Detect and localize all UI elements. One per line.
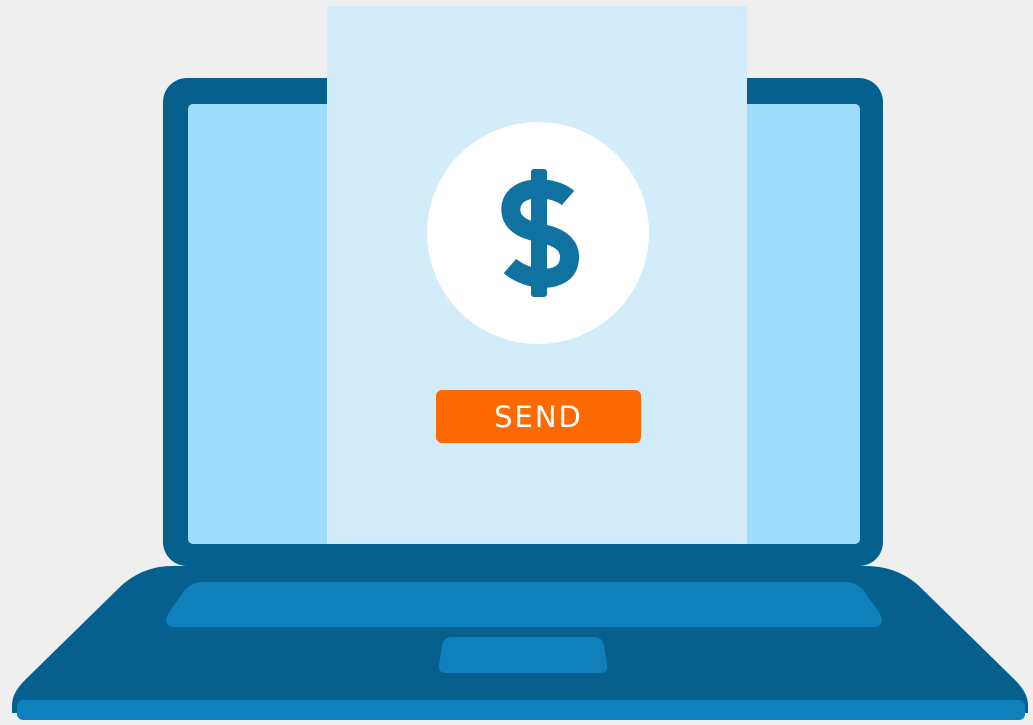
dollar-icon (501, 169, 579, 297)
send-button[interactable]: SEND (436, 390, 641, 443)
trackpad (438, 637, 608, 673)
laptop-icon (12, 6, 1028, 720)
laptop-base-edge (17, 700, 1025, 720)
payment-illustration-stage: SEND (0, 0, 1033, 725)
keyboard-panel (166, 582, 882, 627)
